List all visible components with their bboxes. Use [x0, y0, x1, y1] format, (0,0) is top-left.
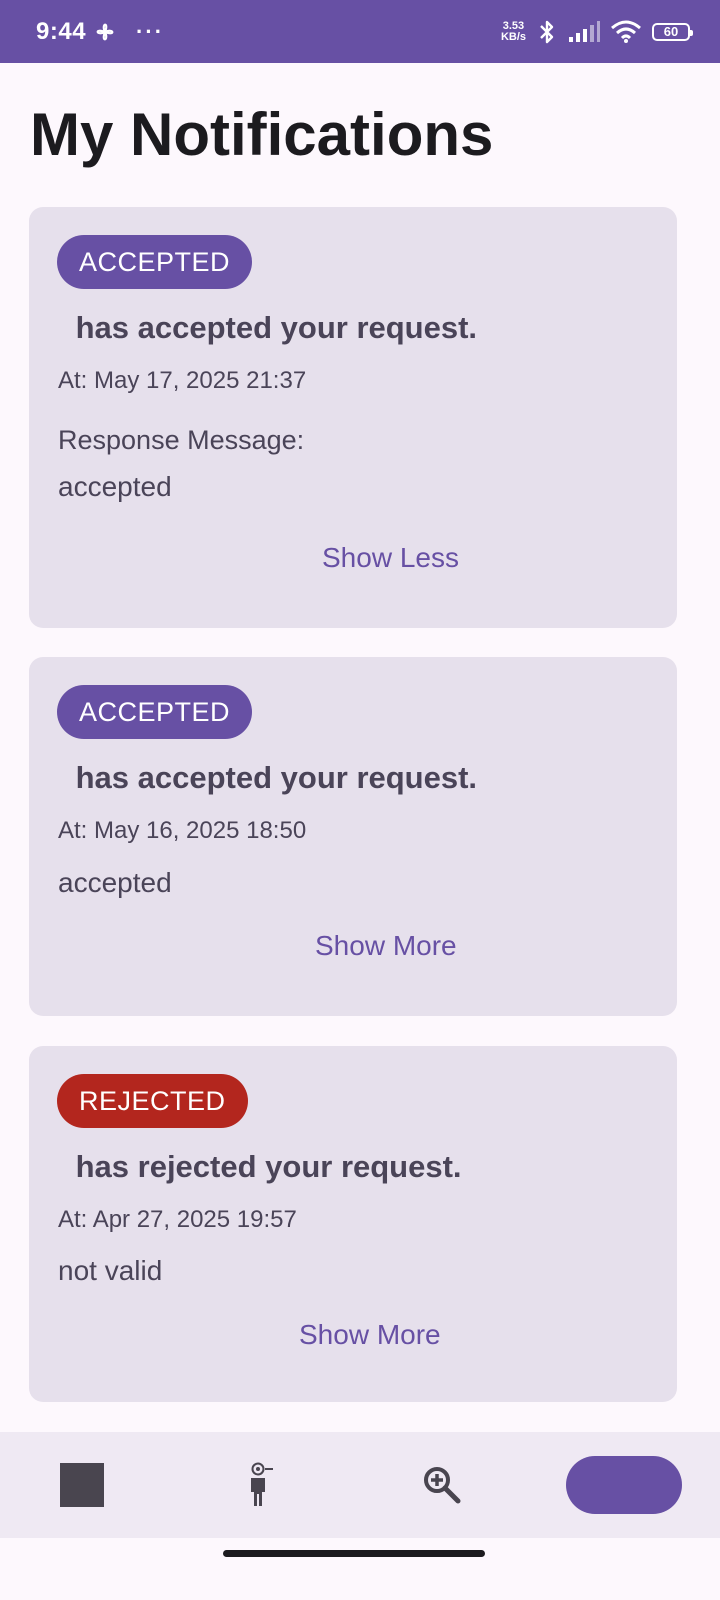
nav-item-home[interactable] [32, 1432, 132, 1538]
pill-indicator [566, 1456, 682, 1514]
fan-icon [96, 23, 114, 40]
show-more-button[interactable]: Show More [315, 930, 457, 962]
status-time: 9:44 [36, 17, 87, 45]
status-bar: 9:44 ··· 3.53 KB/s 60 [0, 0, 720, 63]
wifi-icon [611, 20, 641, 43]
notification-time: At: May 17, 2025 21:37 [58, 367, 307, 394]
zoom-in-icon [424, 1467, 461, 1504]
nav-item-notifications[interactable] [566, 1432, 682, 1538]
notification-message: accepted [58, 471, 172, 502]
notification-card: REJECTED has rejected your request. At: … [29, 1046, 677, 1402]
notification-title: has accepted your request. [67, 760, 478, 795]
show-less-button[interactable]: Show Less [322, 542, 459, 574]
person-icon [251, 1462, 273, 1506]
nav-item-profile[interactable] [214, 1432, 314, 1538]
battery-icon: 60 [652, 22, 693, 41]
more-notifications-icon: ··· [136, 18, 165, 44]
battery-level: 60 [663, 24, 679, 39]
status-badge: ACCEPTED [57, 685, 253, 739]
status-badge: REJECTED [57, 1074, 248, 1128]
status-badge: ACCEPTED [57, 235, 253, 289]
bluetooth-icon [540, 20, 554, 43]
notification-card: ACCEPTED has accepted your request. At: … [29, 207, 677, 628]
notification-title: has rejected your request. [67, 1149, 462, 1184]
network-speed: 3.53 KB/s [500, 19, 526, 43]
home-indicator[interactable] [223, 1550, 485, 1557]
show-more-button[interactable]: Show More [299, 1319, 441, 1351]
signal-icon [569, 20, 600, 42]
notification-card: ACCEPTED has accepted your request. At: … [29, 657, 677, 1016]
page-title: My Notifications [30, 101, 494, 168]
notification-time: At: Apr 27, 2025 19:57 [58, 1206, 297, 1233]
bottom-navigation [0, 1432, 720, 1538]
notification-title: has accepted your request. [67, 310, 478, 345]
notification-time: At: May 16, 2025 18:50 [58, 817, 307, 844]
response-message-label: Response Message: [58, 425, 305, 455]
notification-message: not valid [58, 1255, 163, 1286]
network-speed-unit: KB/s [500, 30, 526, 43]
notification-message: accepted [58, 867, 172, 898]
square-icon [60, 1463, 104, 1507]
nav-item-search[interactable] [392, 1432, 492, 1538]
network-speed-value: 3.53 [502, 19, 525, 32]
